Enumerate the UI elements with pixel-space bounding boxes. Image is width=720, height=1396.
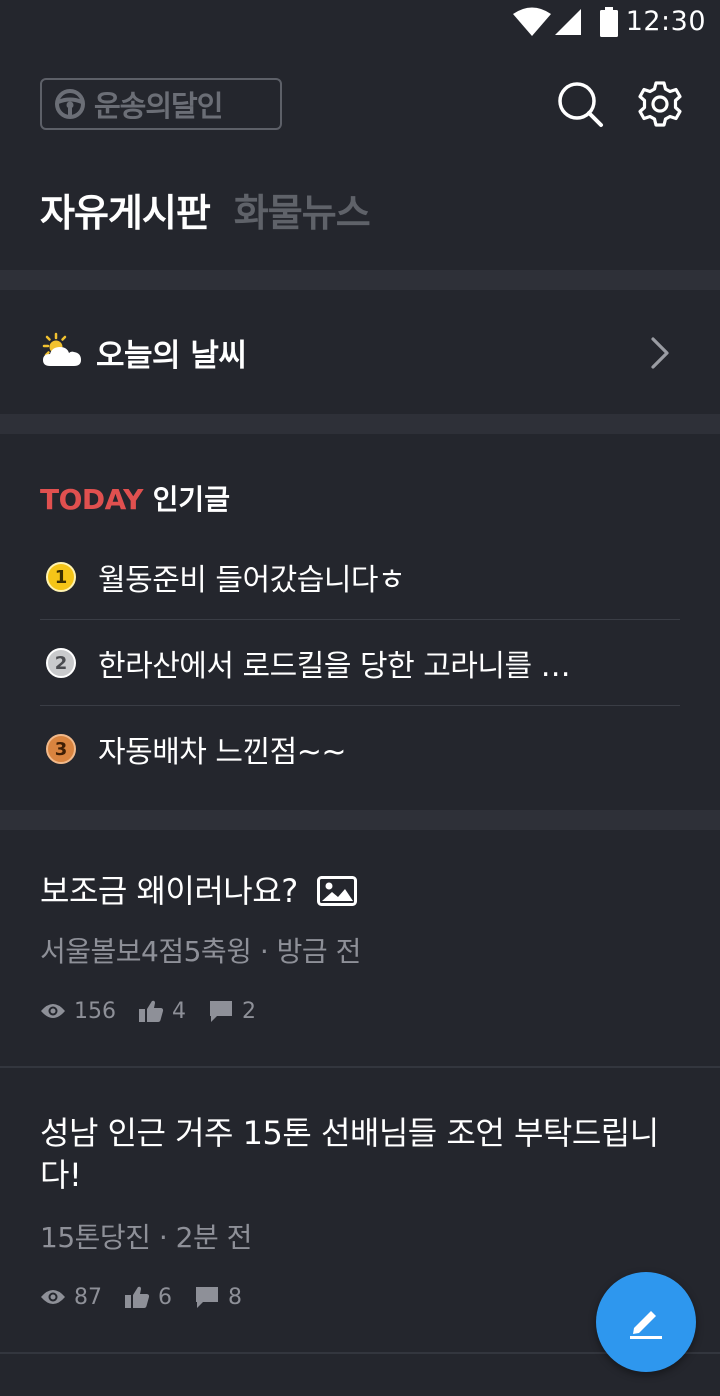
- weather-label: 오늘의 날씨: [96, 338, 247, 374]
- eye-icon: [41, 1004, 65, 1018]
- like-count-value: 6: [158, 1284, 172, 1310]
- rank-badge: 3: [46, 734, 76, 764]
- app-header: 운송의달인: [0, 78, 720, 134]
- logo-text: 운송의달인: [94, 89, 223, 123]
- popular-title-accent: TODAY: [40, 483, 143, 516]
- chevron-right-icon: [651, 337, 669, 369]
- tab-freight-news[interactable]: 화물뉴스: [234, 182, 371, 237]
- status-bar: 12:30: [0, 0, 720, 44]
- post-time: 방금 전: [276, 935, 362, 968]
- popular-item[interactable]: 1 월동준비 들어갔습니다ㅎ: [40, 534, 680, 620]
- partly-sunny-icon: [42, 332, 81, 366]
- like-count: 6: [124, 1285, 172, 1310]
- popular-item-text: 자동배차 느낀점~~: [98, 735, 347, 770]
- signal-icon: [555, 9, 581, 35]
- comment-icon: [196, 1287, 218, 1308]
- post-title: 보조금 왜이러나요?: [40, 870, 680, 912]
- tab-free-board[interactable]: 자유게시판: [40, 182, 211, 237]
- comment-count: 2: [208, 999, 256, 1024]
- status-time: 12:30: [625, 6, 706, 37]
- comment-count-value: 8: [228, 1284, 242, 1310]
- image-attachment-icon: [317, 876, 358, 906]
- thumbs-up-icon: [139, 1000, 164, 1022]
- board-tabs: 자유게시판 화물뉴스: [40, 182, 394, 242]
- wifi-icon: [513, 7, 551, 36]
- view-count: 156: [40, 999, 116, 1024]
- thumbs-up-icon: [125, 1286, 150, 1308]
- search-icon: [558, 82, 603, 127]
- write-post-button[interactable]: [596, 1272, 696, 1372]
- post-author: 15톤당진: [40, 1221, 151, 1254]
- section-divider: [0, 270, 720, 290]
- post-item[interactable]: 보조금 왜이러나요? 서울볼보4점5축윙 · 방금 전 156 4 2: [0, 830, 720, 1066]
- pencil-icon: [630, 1311, 662, 1339]
- rank-badge: 1: [46, 562, 76, 592]
- weather-row[interactable]: 오늘의 날씨: [0, 290, 720, 414]
- rank-badge: 2: [46, 648, 76, 678]
- battery-icon: [600, 7, 618, 37]
- view-count-value: 156: [74, 998, 116, 1024]
- like-count-value: 4: [172, 998, 186, 1024]
- eye-icon: [41, 1290, 65, 1304]
- app-logo[interactable]: 운송의달인: [40, 78, 282, 130]
- view-count: 87: [40, 1285, 102, 1310]
- search-button[interactable]: [556, 80, 604, 128]
- popular-title: TODAY 인기글: [40, 478, 230, 518]
- popular-item-text: 한라산에서 로드킬을 당한 고라니를 …: [98, 649, 571, 684]
- settings-button[interactable]: [636, 80, 684, 128]
- popular-item-text: 월동준비 들어갔습니다ㅎ: [98, 563, 406, 598]
- like-count: 4: [138, 999, 186, 1024]
- post-stats: 87 6 8: [40, 1282, 264, 1312]
- view-count-value: 87: [74, 1284, 102, 1310]
- comment-count: 8: [194, 1285, 242, 1310]
- post-title-text: 보조금 왜이러나요?: [40, 872, 298, 910]
- popular-title-text: 인기글: [152, 483, 230, 516]
- comment-count-value: 2: [242, 998, 256, 1024]
- popular-item[interactable]: 2 한라산에서 로드킬을 당한 고라니를 …: [40, 620, 680, 706]
- section-divider: [0, 810, 720, 830]
- steering-wheel-icon: [55, 89, 85, 119]
- comment-icon: [210, 1001, 232, 1022]
- section-divider: [0, 414, 720, 434]
- meta-separator-dot: ·: [259, 935, 277, 968]
- post-time: 2분 전: [175, 1221, 253, 1254]
- today-popular-section: TODAY 인기글 1 월동준비 들어갔습니다ㅎ 2 한라산에서 로드킬을 당한…: [0, 434, 720, 810]
- post-meta: 서울볼보4점5축윙 · 방금 전: [40, 930, 361, 970]
- post-stats: 156 4 2: [40, 996, 278, 1026]
- popular-item[interactable]: 3 자동배차 느낀점~~: [40, 706, 680, 792]
- post-meta: 15톤당진 · 2분 전: [40, 1216, 252, 1256]
- post-title: 성남 인근 거주 15톤 선배님들 조언 부탁드립니다!: [40, 1114, 659, 1194]
- gear-icon: [638, 81, 682, 127]
- post-author: 서울볼보4점5축윙: [40, 935, 252, 968]
- meta-separator-dot: ·: [158, 1221, 176, 1254]
